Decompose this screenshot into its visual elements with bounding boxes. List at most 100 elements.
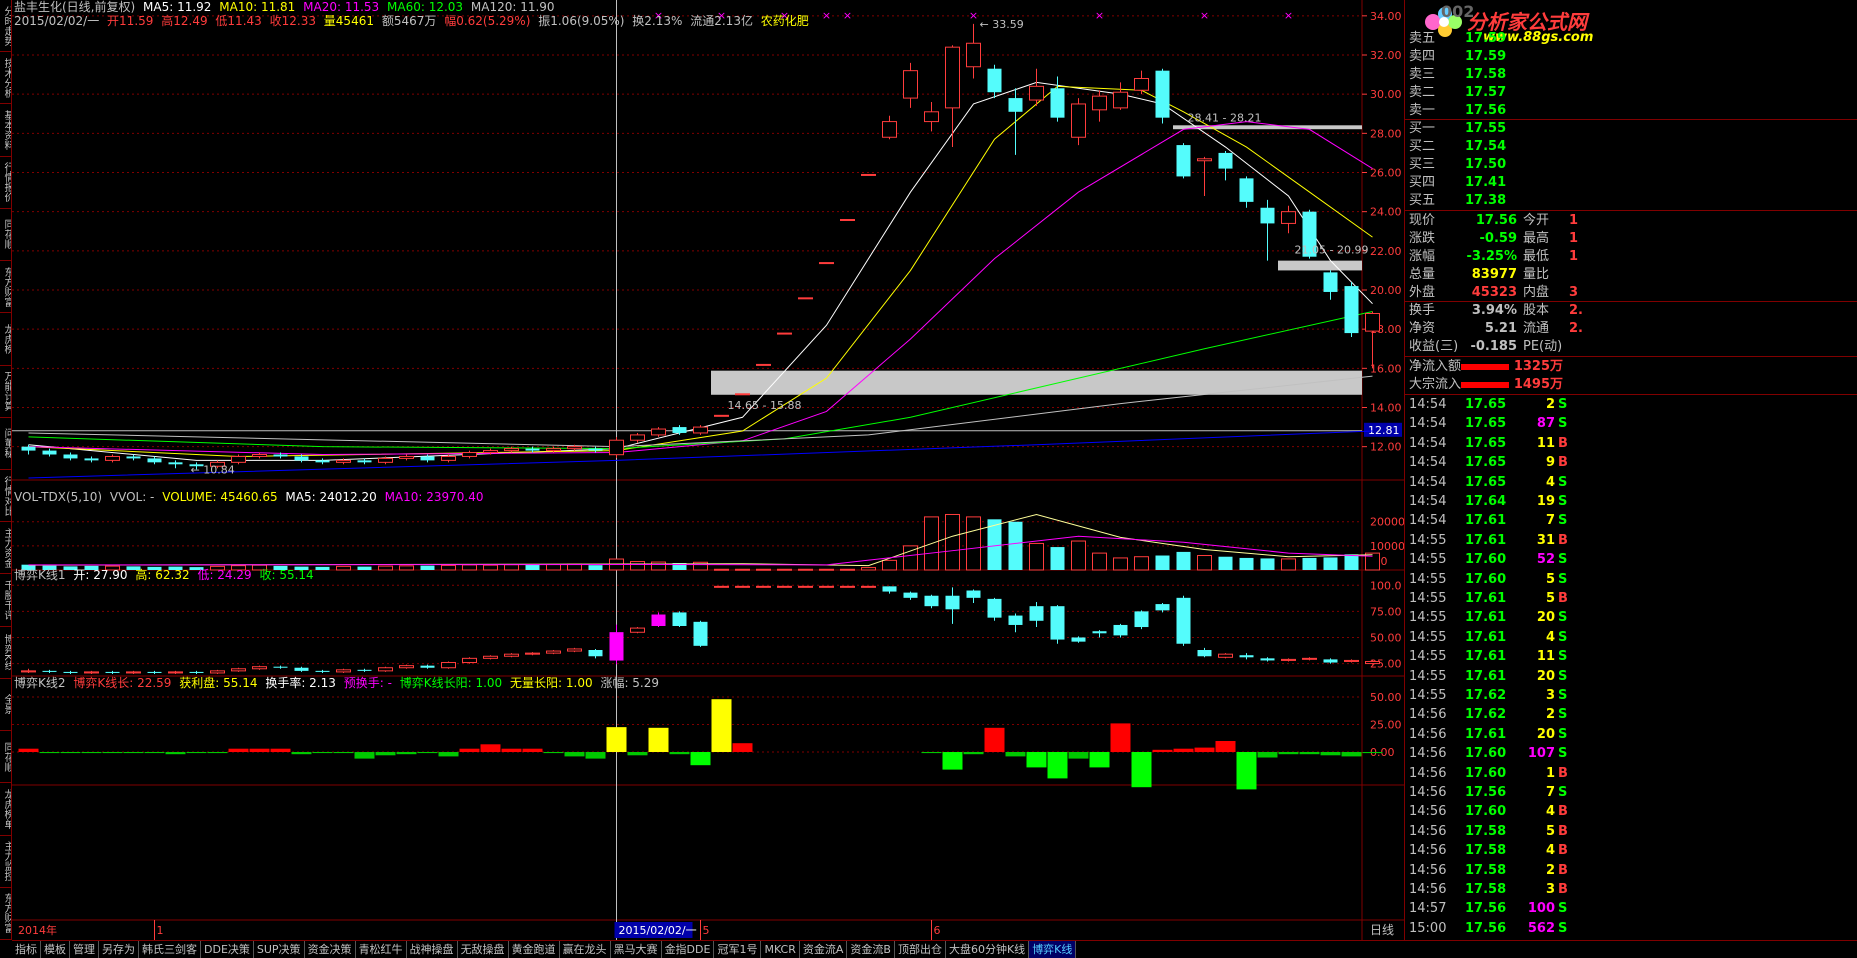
- vertical-tab[interactable]: 千股千评: [0, 574, 11, 627]
- tick-direction: S: [1558, 416, 1568, 432]
- bottom-tab[interactable]: 指标: [12, 941, 41, 958]
- quote-label: 外盘: [1409, 285, 1436, 300]
- tick-price: 17.58: [1465, 823, 1507, 839]
- tick-time: 14:54: [1409, 397, 1447, 412]
- vertical-tab[interactable]: 行情报价: [0, 157, 11, 209]
- quote-value-2: 3: [1569, 285, 1579, 300]
- ma10-legend: MA10: 11.81: [219, 0, 296, 14]
- price-candle: [735, 393, 750, 396]
- price-candle: [273, 454, 288, 457]
- volume-label: VOLUME: 45460.65: [162, 490, 278, 504]
- vertical-tab[interactable]: 同花顺: [0, 731, 11, 784]
- vol-bar: [420, 565, 435, 570]
- vol-bar: [1155, 555, 1170, 570]
- vertical-tab[interactable]: 万能计算: [0, 366, 11, 418]
- vertical-tab[interactable]: 主力监控: [0, 836, 11, 888]
- price-candle: [651, 428, 666, 436]
- bottom-tab[interactable]: SUP决策: [254, 941, 305, 958]
- quote-label: 收益(三): [1409, 339, 1459, 354]
- bottom-tab[interactable]: DDE决策: [201, 941, 254, 958]
- vol-bar: [1239, 557, 1254, 570]
- vertical-tab[interactable]: 分时走势: [0, 0, 11, 53]
- vertical-tab[interactable]: 行情对比: [0, 470, 11, 523]
- divider: [1405, 394, 1857, 395]
- tick-row: 14:55 17.61 20 S: [1405, 668, 1857, 686]
- bottom-tab[interactable]: MKCR: [761, 941, 800, 958]
- vol-bar: [1281, 558, 1296, 571]
- tick-price: 17.60: [1465, 552, 1507, 568]
- price-candle: [462, 452, 477, 457]
- quote-value-2: 1: [1569, 231, 1579, 246]
- vertical-tab[interactable]: 技术分析: [0, 52, 11, 105]
- vol-bar: [1176, 551, 1191, 570]
- k2-bar: [186, 752, 207, 754]
- bottom-tab[interactable]: 赢在龙头: [560, 941, 611, 958]
- vol-bar: [840, 568, 855, 571]
- bottom-tab[interactable]: 青松红牛: [356, 941, 407, 958]
- bottom-tab[interactable]: 另存为: [99, 941, 139, 958]
- k2-bar: [417, 752, 438, 754]
- vertical-tab[interactable]: 东方财富: [0, 888, 11, 940]
- tick-direction: S: [1558, 726, 1568, 742]
- vertical-tab[interactable]: 主力资金: [0, 522, 11, 575]
- bottom-tab[interactable]: 黄金跑道: [509, 941, 560, 958]
- vertical-tab[interactable]: 基本资料: [0, 104, 11, 157]
- price-candle: [1155, 70, 1170, 118]
- date-label: 2015/02/02/一: [14, 14, 100, 28]
- price-candle: [1176, 145, 1191, 177]
- tick-direction: B: [1558, 765, 1568, 781]
- chart-area[interactable]: 34.00 32.00 30.00 28.00 26.00 24.00 22.00 20.00…: [12, 0, 1404, 940]
- bottom-tab[interactable]: 资金流A: [800, 941, 848, 958]
- vertical-tab[interactable]: 全景: [0, 679, 11, 732]
- k2-bar: [1110, 723, 1131, 752]
- price-candle: [1218, 152, 1233, 169]
- vertical-tab[interactable]: 龙虎榜: [0, 313, 11, 366]
- price-candle: [819, 262, 834, 265]
- vol-bar: [630, 561, 645, 571]
- bottom-tab[interactable]: 顶部出仓: [895, 941, 946, 958]
- vertical-tab[interactable]: 同花顺: [0, 209, 11, 262]
- k1-candle: [756, 585, 771, 588]
- bottom-tab[interactable]: 冠军1号: [714, 941, 762, 958]
- tick-volume: 7: [1545, 785, 1555, 800]
- bottom-tab[interactable]: 博弈K线: [1029, 941, 1077, 958]
- price-candle: [966, 42, 981, 68]
- quote-label-2: 流通: [1523, 321, 1550, 336]
- bottom-tab[interactable]: 资金决策: [305, 941, 356, 958]
- tick-row: 14:56 17.62 2 S: [1405, 706, 1857, 724]
- k1-candle: [1260, 658, 1275, 661]
- k2-bar: [627, 752, 648, 756]
- tick-time: 15:00: [1409, 920, 1447, 936]
- bottom-tab-bar: 指标 模板 管理 另存为 韩氏三剑客 DDE决策 SUP决策 资金决策 青松红牛 战神操盘 无敌操盘…: [12, 940, 1857, 958]
- k2-bar: [732, 743, 753, 752]
- ma60-legend: MA60: 12.03: [387, 0, 464, 14]
- quote-row: 总量 83977 量比: [1405, 266, 1857, 284]
- k2-bar: [921, 752, 942, 754]
- bottom-tab[interactable]: 无敌操盘: [458, 941, 509, 958]
- bottom-tab[interactable]: 韩氏三剑客: [139, 941, 201, 958]
- quote-label-2: 股本: [1523, 303, 1550, 318]
- open-label: 开11.59: [107, 14, 154, 28]
- tick-row: 14:56 17.61 20 S: [1405, 726, 1857, 744]
- bottom-tab[interactable]: 模板: [41, 941, 70, 958]
- vertical-tab[interactable]: 博弈K线: [0, 627, 11, 679]
- bottom-tab[interactable]: 战神操盘: [407, 941, 458, 958]
- bottom-tab[interactable]: 管理: [70, 941, 99, 958]
- tick-price: 17.61: [1465, 726, 1507, 742]
- tick-volume: 2: [1545, 397, 1555, 412]
- bottom-tab[interactable]: 大盘60分钟K线: [946, 941, 1030, 958]
- vertical-tab[interactable]: 东方财富: [0, 261, 11, 314]
- vertical-tab[interactable]: 问董秘: [0, 418, 11, 470]
- tick-direction: B: [1558, 455, 1568, 471]
- k1-candle: [1071, 637, 1086, 642]
- k1-close: 收: 55.14: [259, 568, 314, 582]
- tick-direction: S: [1558, 785, 1568, 800]
- signal-marker: ×: [1200, 9, 1209, 22]
- price-candle: [105, 455, 120, 461]
- bottom-tab[interactable]: 资金流B: [847, 941, 895, 958]
- quote-label-2: 今开: [1523, 213, 1550, 228]
- vertical-tab[interactable]: 龙虎榜单: [0, 783, 11, 836]
- quote-label-2: 最低: [1523, 249, 1550, 264]
- bottom-tab[interactable]: 黑马大赛: [611, 941, 662, 958]
- bottom-tab[interactable]: 金指DDE: [662, 941, 715, 958]
